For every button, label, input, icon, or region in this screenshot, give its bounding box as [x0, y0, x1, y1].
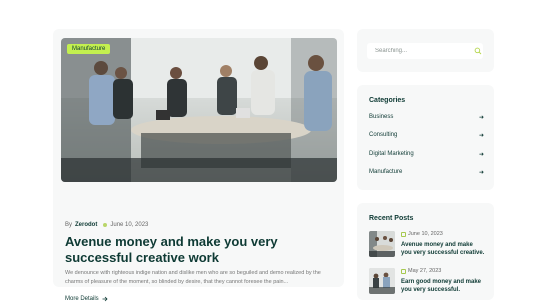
post-date: June 10, 2023: [110, 222, 149, 228]
recent-post-item[interactable]: May 27, 2023 Earn good money and make yo…: [369, 268, 485, 300]
recent-post-title[interactable]: Earn good money and make you very succes…: [401, 278, 485, 294]
category-item-manufacture[interactable]: Manufacture ➜: [369, 169, 484, 179]
recent-post-thumbnail[interactable]: [369, 231, 395, 257]
category-item-business[interactable]: Business ➜: [369, 114, 484, 124]
categories-widget: Categories Business ➜ Consulting ➜ Digit…: [357, 85, 494, 190]
meeting-photo: [61, 38, 337, 182]
date-dot-icon: [103, 223, 108, 227]
search-icon[interactable]: [474, 47, 482, 55]
category-label: Digital Marketing: [369, 151, 414, 157]
recent-posts-title: Recent Posts: [369, 215, 414, 222]
search-widget: [357, 29, 494, 72]
more-details-label: More Details: [65, 296, 99, 302]
category-label: Manufacture: [369, 169, 403, 175]
recent-post-title[interactable]: Avenue money and make you very successfu…: [401, 241, 485, 257]
category-item-digital-marketing[interactable]: Digital Marketing ➜: [369, 151, 484, 161]
recent-post-thumbnail[interactable]: [369, 268, 395, 294]
post-excerpt: We denounce with righteous indige nation…: [65, 270, 321, 285]
category-badge[interactable]: Manufacture: [67, 44, 111, 54]
categories-title: Categories: [369, 97, 406, 104]
blog-post-card: Manufacture By Zerodot June 10, 2023 Ave…: [53, 29, 344, 302]
search-input[interactable]: [367, 43, 483, 59]
recent-post-date-text: June 10, 2023: [408, 231, 443, 237]
category-label: Consulting: [369, 132, 398, 138]
category-label: Business: [369, 114, 394, 120]
arrow-right-icon: ➜: [478, 133, 484, 139]
recent-post-date: May 27, 2023: [401, 268, 441, 274]
calendar-icon: [401, 231, 406, 237]
post-title[interactable]: Avenue money and make you very successfu…: [65, 234, 333, 266]
calendar-icon: [401, 268, 406, 274]
team-thumbnail: [369, 268, 395, 294]
post-meta: By Zerodot June 10, 2023: [65, 222, 148, 228]
more-details-link[interactable]: More Details: [65, 296, 108, 302]
arrow-right-icon: ➜: [478, 170, 484, 176]
author-prefix: By: [65, 222, 73, 228]
recent-posts-widget: Recent Posts June 10, 2023 Avenue money …: [357, 203, 494, 300]
recent-post-date-text: May 27, 2023: [408, 268, 442, 274]
arrow-right-icon: ➜: [478, 115, 484, 121]
recent-post-item[interactable]: June 10, 2023 Avenue money and make you …: [369, 231, 485, 263]
arrow-right-icon: ➜: [478, 152, 484, 158]
meeting-thumbnail: [369, 231, 395, 257]
recent-post-date: June 10, 2023: [401, 231, 443, 237]
arrow-right-icon: [102, 296, 108, 302]
post-image[interactable]: Manufacture: [61, 38, 337, 182]
post-author[interactable]: Zerodot: [75, 222, 97, 228]
category-item-consulting[interactable]: Consulting ➜: [369, 132, 484, 142]
